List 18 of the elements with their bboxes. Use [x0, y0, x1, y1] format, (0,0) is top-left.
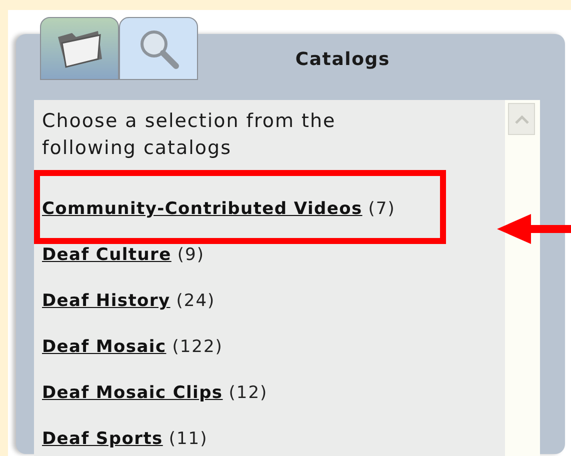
catalog-link[interactable]: Deaf Mosaic	[42, 335, 166, 361]
panel-title: Catalogs	[295, 48, 390, 72]
catalog-count: (11)	[168, 428, 208, 452]
intro-text: Choose a selection from the following catalogs	[42, 109, 337, 161]
catalog-link[interactable]: Community-Contributed Videos	[42, 197, 362, 223]
catalog-link[interactable]: Deaf Sports	[42, 427, 163, 453]
catalog-count: (7)	[368, 198, 396, 222]
chevron-up-icon	[514, 114, 528, 124]
catalog-link[interactable]: Deaf Culture	[42, 243, 172, 269]
catalog-count: (12)	[228, 382, 268, 406]
catalog-count: (122)	[172, 336, 223, 360]
scroll-up-button[interactable]	[508, 103, 535, 135]
catalog-count: (24)	[176, 290, 216, 314]
catalog-link[interactable]: Deaf History	[42, 289, 170, 315]
catalog-count: (9)	[177, 244, 204, 268]
catalog-link[interactable]: Deaf Mosaic Clips	[42, 381, 223, 407]
search-icon	[138, 28, 180, 70]
folder-tab[interactable]	[40, 17, 119, 80]
